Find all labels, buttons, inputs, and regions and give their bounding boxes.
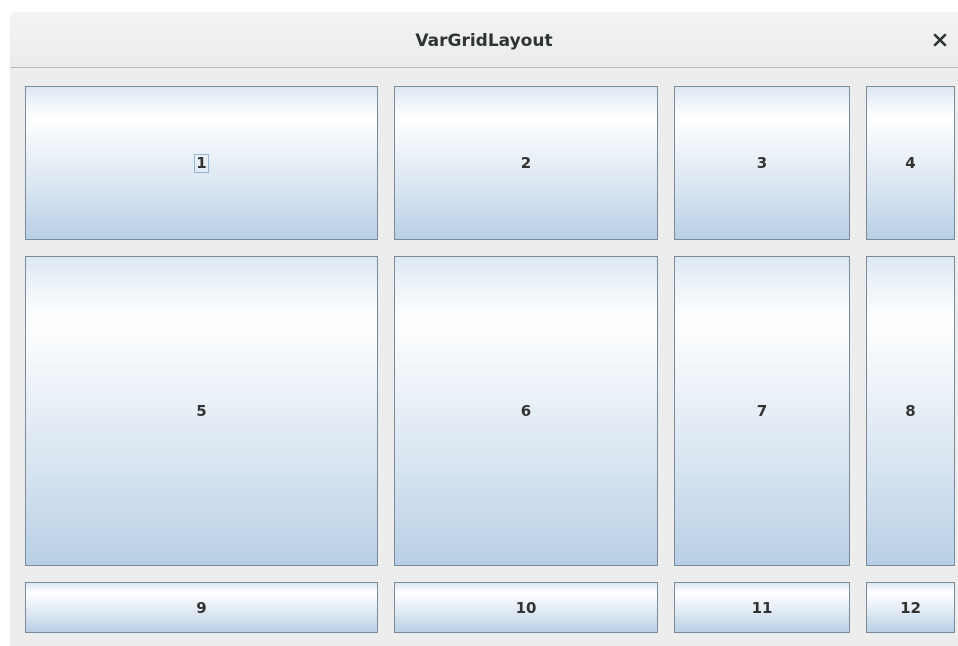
grid-button-label: 6 (520, 402, 532, 420)
close-button[interactable] (926, 26, 954, 54)
grid-button-10[interactable]: 10 (394, 582, 658, 633)
grid-button-label: 5 (196, 402, 207, 420)
grid-button-label: 12 (900, 598, 921, 617)
window-title: VarGridLayout (415, 31, 553, 51)
grid-button-label: 1 (194, 153, 209, 173)
grid-button-1[interactable]: 1 (25, 86, 378, 240)
grid-button-label: 3 (756, 154, 768, 172)
grid-button-6[interactable]: 6 (394, 256, 658, 566)
grid-button-12[interactable]: 12 (866, 582, 955, 633)
grid-button-4[interactable]: 4 (866, 86, 955, 240)
title-bar[interactable]: VarGridLayout (10, 12, 958, 68)
close-icon (933, 33, 947, 47)
grid-button-label: 8 (905, 402, 916, 420)
app-window: VarGridLayout 1 2 3 4 5 6 7 8 9 10 11 12 (10, 12, 958, 646)
grid-button-label: 2 (520, 154, 532, 172)
grid-button-label: 9 (196, 598, 207, 617)
grid-button-8[interactable]: 8 (866, 256, 955, 566)
grid-button-5[interactable]: 5 (25, 256, 378, 566)
grid-button-3[interactable]: 3 (674, 86, 850, 240)
grid-button-label: 10 (515, 598, 537, 617)
grid-button-7[interactable]: 7 (674, 256, 850, 566)
grid-button-11[interactable]: 11 (674, 582, 850, 633)
grid-button-2[interactable]: 2 (394, 86, 658, 240)
grid-button-label: 4 (905, 154, 916, 172)
grid-button-label: 11 (751, 598, 773, 617)
grid-button-9[interactable]: 9 (25, 582, 378, 633)
grid-button-label: 7 (756, 402, 768, 420)
